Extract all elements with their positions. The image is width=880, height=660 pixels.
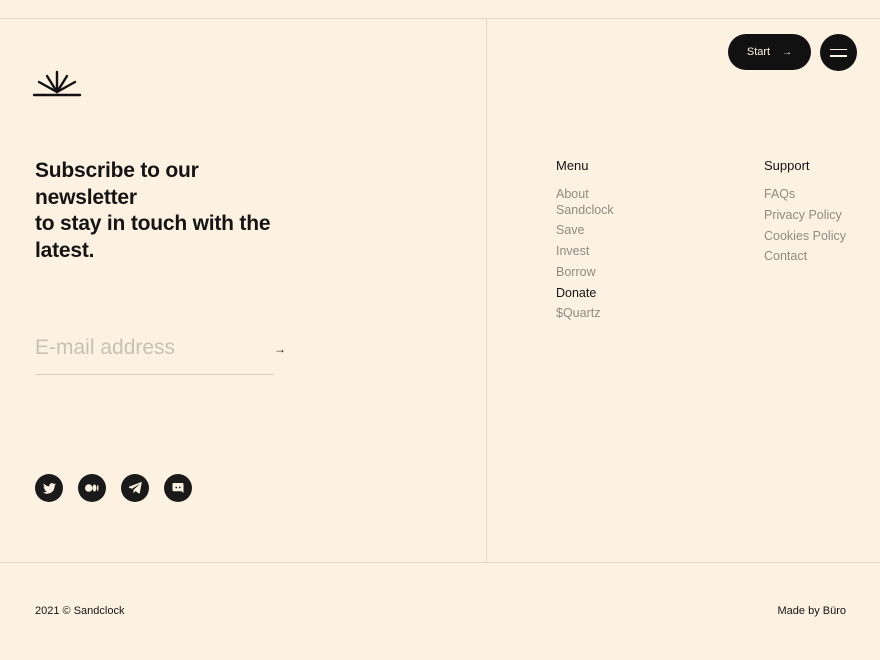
telegram-icon [128, 482, 142, 494]
top-divider [0, 18, 880, 19]
copyright-text: 2021 © Sandclock [35, 605, 125, 617]
hamburger-line [830, 55, 847, 57]
support-column-title: Support [764, 158, 810, 173]
column-divider [486, 18, 487, 562]
menu-list: About Sandclock Save Invest Borrow Donat… [556, 187, 626, 327]
menu-column-title: Menu [556, 158, 589, 173]
medium-icon [85, 484, 99, 492]
social-links [35, 474, 192, 502]
headline-line: to stay in touch with the [35, 212, 271, 235]
sandclock-logo[interactable] [32, 68, 82, 98]
support-list: FAQs Privacy Policy Cookies Policy Conta… [764, 187, 846, 270]
arrow-right-icon: → [782, 46, 793, 58]
newsletter-form: → [35, 332, 286, 375]
made-by-link[interactable]: Made by Büro [778, 605, 846, 617]
menu-item-quartz[interactable]: $Quartz [556, 306, 626, 322]
discord-link[interactable] [164, 474, 192, 502]
menu-item-invest[interactable]: Invest [556, 244, 626, 260]
support-item-faqs[interactable]: FAQs [764, 187, 846, 203]
menu-item-donate[interactable]: Donate [556, 286, 626, 302]
start-button[interactable]: Start → [728, 34, 811, 70]
newsletter-headline: Subscribe to our newsletter to stay in t… [35, 158, 285, 264]
hamburger-line [830, 48, 847, 50]
discord-icon [172, 483, 184, 493]
headline-line: Subscribe to our [35, 159, 199, 182]
submit-arrow-icon[interactable]: → [274, 342, 286, 356]
support-item-privacy-policy[interactable]: Privacy Policy [764, 208, 846, 224]
hamburger-menu-button[interactable] [820, 34, 857, 71]
start-button-label: Start [746, 46, 771, 58]
support-item-contact[interactable]: Contact [764, 249, 846, 265]
menu-item-about[interactable]: About Sandclock [556, 187, 626, 218]
medium-link[interactable] [78, 474, 106, 502]
menu-item-borrow[interactable]: Borrow [556, 265, 626, 281]
twitter-link[interactable] [35, 474, 63, 502]
footer-divider [0, 562, 880, 563]
headline-line: newsletter [35, 185, 137, 209]
support-item-cookies-policy[interactable]: Cookies Policy [764, 229, 846, 245]
email-input[interactable] [35, 332, 255, 364]
twitter-icon [42, 482, 56, 494]
headline-line: latest. [35, 238, 95, 262]
telegram-link[interactable] [121, 474, 149, 502]
menu-item-save[interactable]: Save [556, 223, 626, 239]
